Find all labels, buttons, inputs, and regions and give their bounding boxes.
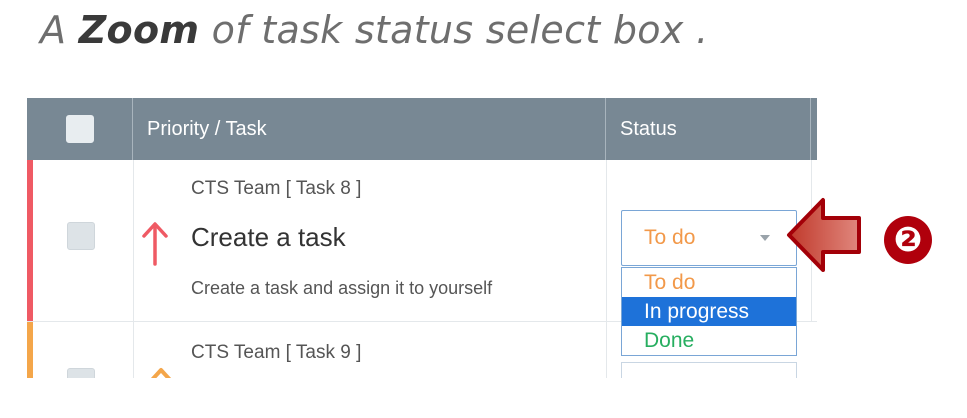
row-checkbox[interactable] [67, 222, 95, 250]
task-description: Create a task and assign it to yourself [191, 278, 493, 298]
step-number-badge: ❷ [884, 216, 932, 264]
status-select[interactable]: To do [621, 210, 797, 266]
table-row[interactable]: CTS Team [ Task 8 ] Create a task Create… [27, 160, 817, 356]
header-status[interactable]: Status [606, 98, 811, 160]
status-select[interactable] [621, 362, 797, 378]
caption-suffix: of task status select box . [211, 8, 709, 52]
table-row[interactable]: CTS Team [ Task 9 ] [27, 322, 817, 378]
status-select-value: To do [644, 226, 696, 249]
header-select-cell [27, 98, 133, 160]
column-divider [133, 322, 134, 378]
arrow-up-icon [150, 368, 172, 378]
priority-bar [27, 322, 33, 378]
column-divider [606, 322, 607, 378]
priority-bar [27, 160, 33, 321]
figure-caption: A Zoom of task status select box . [40, 8, 708, 52]
chevron-down-icon [760, 235, 770, 241]
header-priority-task[interactable]: Priority / Task [133, 98, 606, 160]
header-extra [811, 98, 817, 160]
select-all-checkbox[interactable] [65, 115, 94, 143]
task-title[interactable]: Create a task [191, 222, 346, 253]
caption-emphasis: Zoom [78, 8, 200, 52]
row-checkbox[interactable] [67, 368, 95, 378]
status-option-to-do[interactable]: To do [622, 268, 796, 297]
table-header: Priority / Task Status [27, 98, 817, 160]
caption-prefix: A [40, 8, 67, 52]
arrow-up-icon [142, 222, 168, 266]
callout-arrow-icon [787, 198, 861, 272]
column-divider [133, 160, 134, 321]
task-table: Priority / Task Status CTS Team [ Task 8… [27, 98, 817, 378]
column-divider [606, 160, 607, 321]
task-team: CTS Team [ Task 8 ] [191, 178, 362, 199]
task-team: CTS Team [ Task 9 ] [191, 342, 362, 363]
